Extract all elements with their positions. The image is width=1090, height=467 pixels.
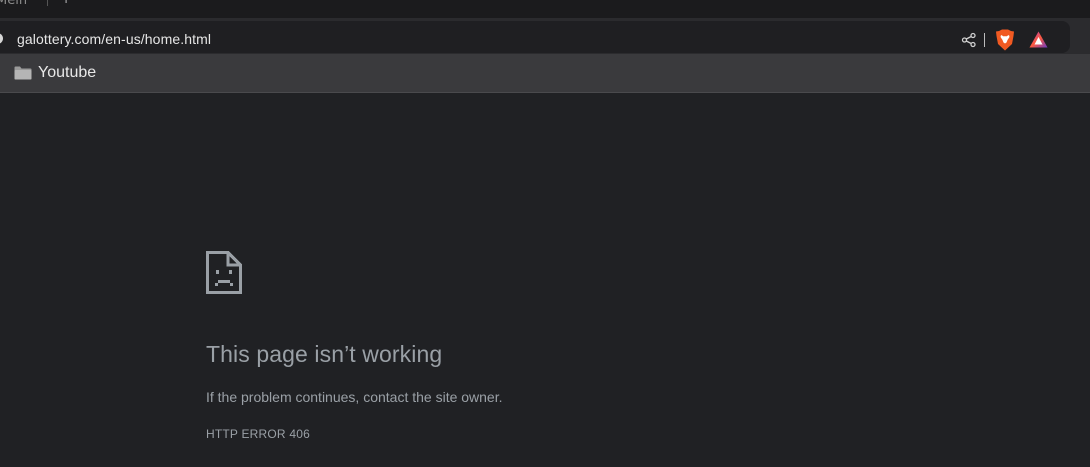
tab-strip: Mein + bbox=[0, 0, 1090, 18]
info-icon[interactable]: i bbox=[0, 33, 3, 44]
folder-icon bbox=[14, 66, 32, 80]
address-bar[interactable]: i galottery.com/en-us/home.html bbox=[0, 21, 1070, 53]
tab-title[interactable]: Mein bbox=[0, 0, 27, 8]
error-title: This page isn’t working bbox=[206, 341, 443, 367]
new-tab-button[interactable]: + bbox=[62, 0, 70, 7]
error-message: If the problem continues, contact the si… bbox=[206, 389, 503, 405]
error-page: This page isn’t working If the problem c… bbox=[0, 93, 1090, 467]
bookmarks-bar: Youtube bbox=[0, 54, 1090, 93]
brave-shields-icon[interactable] bbox=[995, 29, 1015, 51]
sad-page-icon bbox=[206, 251, 242, 294]
error-code: HTTP ERROR 406 bbox=[206, 427, 310, 441]
tab-separator bbox=[47, 0, 48, 6]
brave-rewards-icon[interactable] bbox=[1029, 31, 1048, 48]
url-text[interactable]: galottery.com/en-us/home.html bbox=[17, 31, 211, 47]
url-divider bbox=[984, 33, 985, 47]
bookmark-label: Youtube bbox=[38, 64, 97, 81]
bookmark-folder-youtube[interactable]: Youtube bbox=[14, 62, 96, 84]
browser-toolbar: i galottery.com/en-us/home.html bbox=[0, 18, 1090, 54]
share-icon[interactable] bbox=[961, 32, 977, 48]
